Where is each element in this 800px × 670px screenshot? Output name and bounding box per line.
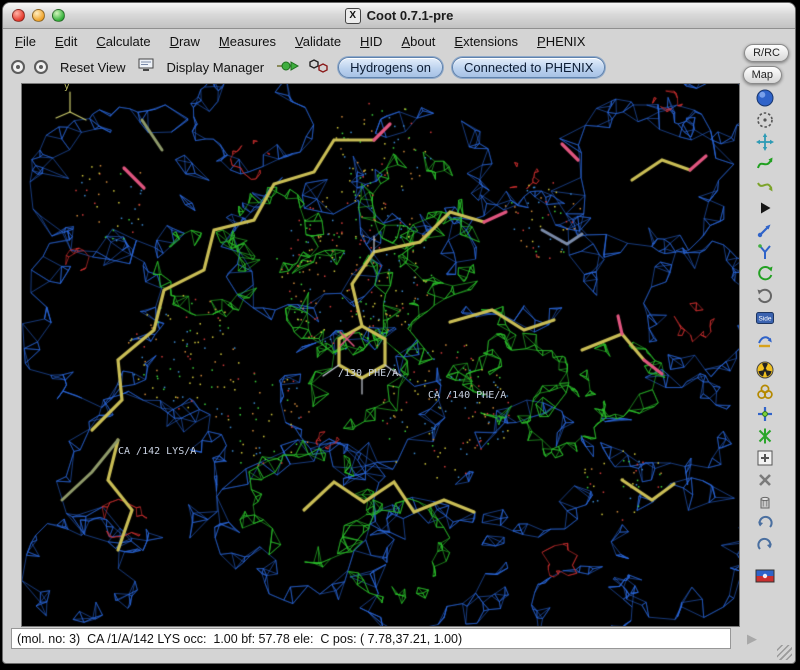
sphere-icon[interactable] bbox=[752, 87, 778, 109]
close-icon[interactable] bbox=[752, 469, 778, 491]
redo-icon[interactable] bbox=[752, 535, 778, 557]
flip-peptide-icon[interactable] bbox=[752, 329, 778, 351]
window-title: X Coot 0.7.1-pre bbox=[345, 8, 454, 24]
x11-icon: X bbox=[345, 8, 361, 24]
play-icon[interactable] bbox=[752, 197, 778, 219]
add-atom-icon[interactable] bbox=[752, 403, 778, 425]
reset-view-button[interactable]: Reset View bbox=[57, 59, 129, 76]
status-bar: (mol. no: 3) CA /1/A/142 LYS occ: 1.00 b… bbox=[11, 628, 731, 649]
menu-measures[interactable]: Measures bbox=[219, 34, 276, 49]
rotate-translate-icon[interactable] bbox=[752, 285, 778, 307]
undo-icon[interactable] bbox=[752, 513, 778, 535]
hazard-icon[interactable] bbox=[752, 381, 778, 403]
display-manager-button[interactable]: Display Manager bbox=[164, 59, 268, 76]
round-toggle-icon-1[interactable] bbox=[11, 60, 25, 74]
phenix-connection-button[interactable]: Connected to PHENIX bbox=[452, 57, 605, 78]
rrc-button[interactable]: R/RC bbox=[744, 44, 789, 62]
status-text: (mol. no: 3) CA /1/A/142 LYS occ: 1.00 b… bbox=[17, 632, 462, 646]
menu-about[interactable]: About bbox=[401, 34, 435, 49]
main-toolbar: Reset View Display Manager Hydrogens on … bbox=[3, 53, 795, 81]
real-space-refine-icon[interactable] bbox=[752, 153, 778, 175]
side-label: Side bbox=[758, 316, 771, 323]
window-title-text: Coot 0.7.1-pre bbox=[367, 8, 454, 23]
go-to-ligand-icon[interactable] bbox=[276, 60, 300, 75]
translate-zone-icon[interactable] bbox=[752, 131, 778, 153]
script-play-icon[interactable]: ▶ bbox=[747, 631, 757, 647]
add-alt-conf-icon[interactable] bbox=[752, 425, 778, 447]
menu-phenix[interactable]: PHENIX bbox=[537, 34, 585, 49]
display-manager-icon bbox=[138, 58, 155, 76]
delete-item-icon[interactable] bbox=[752, 491, 778, 513]
gl-viewport: /130 PHE/ACA /140 PHE/ACA /142 LYS/A y bbox=[21, 83, 740, 627]
rotamers-icon[interactable] bbox=[752, 241, 778, 263]
menu-bar: File Edit Calculate Draw Measures Valida… bbox=[3, 29, 795, 53]
side-chain-180-icon[interactable]: Side bbox=[752, 307, 778, 329]
menu-draw[interactable]: Draw bbox=[170, 34, 200, 49]
map-button[interactable]: Map bbox=[743, 66, 782, 84]
hydrogens-toggle-button[interactable]: Hydrogens on bbox=[338, 57, 443, 78]
minimize-window-button[interactable] bbox=[32, 9, 45, 22]
title-bar[interactable]: X Coot 0.7.1-pre bbox=[3, 3, 795, 29]
close-window-button[interactable] bbox=[12, 9, 25, 22]
radiation-icon[interactable] bbox=[752, 359, 778, 381]
add-residue-icon[interactable] bbox=[752, 447, 778, 469]
sphere-refine-icon[interactable] bbox=[752, 109, 778, 131]
edit-chi-angles-icon[interactable] bbox=[752, 263, 778, 285]
menu-calculate[interactable]: Calculate bbox=[96, 34, 150, 49]
flag-icon[interactable] bbox=[752, 565, 778, 587]
coot-window: X Coot 0.7.1-pre File Edit Calculate Dra… bbox=[2, 2, 796, 664]
window-controls bbox=[12, 9, 65, 22]
menu-edit[interactable]: Edit bbox=[55, 34, 77, 49]
menu-extensions[interactable]: Extensions bbox=[454, 34, 518, 49]
menu-validate[interactable]: Validate bbox=[295, 34, 341, 49]
rigid-body-fit-icon[interactable] bbox=[752, 219, 778, 241]
regularize-icon[interactable] bbox=[752, 175, 778, 197]
resize-grip[interactable] bbox=[777, 645, 792, 660]
zoom-window-button[interactable] bbox=[52, 9, 65, 22]
gl-canvas[interactable] bbox=[22, 84, 739, 626]
menu-hid[interactable]: HID bbox=[360, 34, 382, 49]
menu-file[interactable]: File bbox=[15, 34, 36, 49]
ligand-builder-icon[interactable] bbox=[309, 58, 329, 77]
round-toggle-icon-2[interactable] bbox=[34, 60, 48, 74]
modelling-sidebar: Side bbox=[737, 83, 793, 619]
